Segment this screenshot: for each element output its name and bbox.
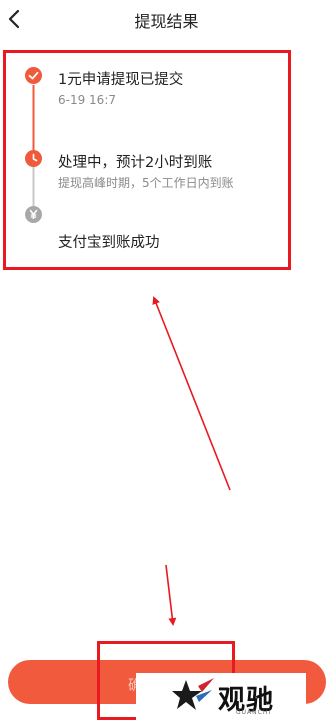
watermark-subtext: GUANCHI xyxy=(236,709,272,716)
watermark-logo-icon xyxy=(172,678,214,710)
annotation-arrow-down xyxy=(165,564,177,626)
annotation-arrow-up xyxy=(152,296,231,491)
annotation-arrows xyxy=(152,296,231,626)
